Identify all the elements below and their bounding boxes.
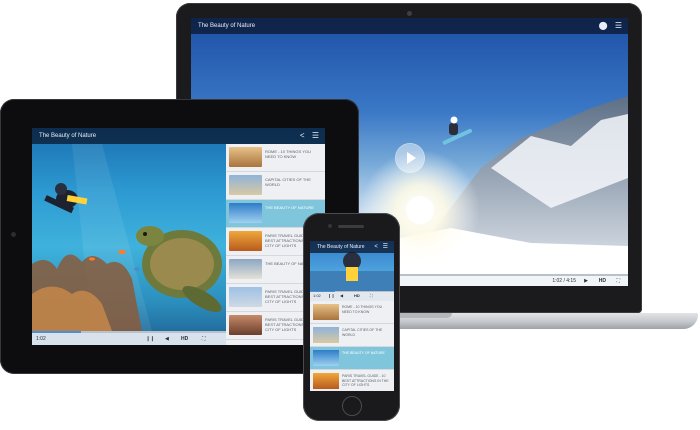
phone-video-player[interactable]: The Beauty of Nature < ☰ 1:02 ❙❙ ◀ HD ⛶ …	[310, 241, 394, 391]
playlist-item[interactable]: CAPITAL CITIES OF THE WORLD	[310, 324, 394, 347]
laptop-title-bar: The Beauty of Nature ⬤ ☰	[191, 18, 628, 34]
thumbnail	[229, 231, 262, 251]
thumbnail	[313, 327, 339, 343]
phone-control-bar: 1:02 ❙❙ ◀ HD ⛶	[310, 291, 394, 301]
share-icon[interactable]: <	[374, 244, 378, 250]
playlist-icon[interactable]: ☰	[383, 244, 388, 250]
share-icon[interactable]: <	[300, 131, 305, 140]
hd-button[interactable]: HD	[599, 275, 606, 286]
laptop-camera	[407, 11, 412, 16]
thumbnail	[229, 315, 262, 335]
time-display: 1:02 / 4:15	[552, 278, 576, 284]
fullscreen-icon[interactable]: ⛶	[202, 332, 206, 345]
volume-icon[interactable]: ▶	[584, 275, 588, 286]
phone-home-button[interactable]	[342, 396, 362, 416]
tablet-video-frame	[32, 144, 222, 331]
video-title: The Beauty of Nature	[198, 23, 256, 29]
playlist-icon[interactable]: ☰	[312, 131, 319, 140]
volume-icon[interactable]: ◀	[340, 291, 343, 301]
fullscreen-icon[interactable]: ⛶	[370, 291, 373, 301]
pause-button[interactable]: ❙❙	[328, 291, 335, 301]
video-title: The Beauty of Nature	[317, 244, 365, 250]
hd-button[interactable]: HD	[181, 332, 188, 345]
playlist-item[interactable]: ROME - 10 THINGS YOU NEED TO KNOW	[226, 144, 325, 172]
progress-track[interactable]	[32, 331, 226, 333]
playlist-item-label: THE BEAUTY OF NATURE	[265, 205, 314, 210]
tablet-control-bar: 1:02 ❙❙ ◀ HD ⛶	[32, 331, 226, 345]
pause-button[interactable]: ❙❙	[146, 332, 154, 345]
playlist-item[interactable]: ROME - 10 THINGS YOU NEED TO KNOW	[310, 301, 394, 324]
playlist-icon[interactable]: ☰	[615, 21, 622, 30]
playlist-item[interactable]: PARIS TRAVEL GUIDE - 10 BEST ATTRACTIONS…	[310, 370, 394, 391]
fullscreen-icon[interactable]: ⛶	[616, 275, 620, 286]
time-display: 1:02	[36, 336, 46, 342]
phone-title-bar: The Beauty of Nature < ☰	[310, 241, 394, 253]
tablet-camera	[11, 232, 16, 237]
playlist-item[interactable]: THE BEAUTY OF NATURE	[310, 347, 394, 370]
playlist-item-label: CAPITAL CITIES OF THE WORLD	[265, 177, 311, 187]
playlist-item[interactable]: CAPITAL CITIES OF THE WORLD	[226, 172, 325, 200]
playlist-item-label: CAPITAL CITIES OF THE WORLD	[342, 328, 383, 337]
phone-playlist: ROME - 10 THINGS YOU NEED TO KNOW CAPITAL…	[310, 301, 394, 391]
time-display: 1:02	[313, 293, 321, 298]
thumbnail	[229, 147, 262, 167]
hd-button[interactable]: HD	[354, 291, 360, 301]
thumbnail	[229, 259, 262, 279]
progress-track[interactable]	[310, 291, 394, 292]
thumbnail	[229, 287, 262, 307]
volume-icon[interactable]: ◀	[165, 332, 169, 345]
phone-camera	[328, 224, 332, 228]
thumbnail	[313, 373, 339, 389]
thumbnail	[229, 203, 262, 223]
phone-speaker	[338, 225, 364, 228]
thumbnail	[229, 175, 262, 195]
play-button[interactable]	[396, 144, 424, 172]
tablet-video-player[interactable]: The Beauty of Nature < ☰ ROME - 10 THING…	[32, 128, 325, 345]
thumbnail	[313, 304, 339, 320]
tablet-title-bar: The Beauty of Nature < ☰	[32, 128, 325, 144]
video-title: The Beauty of Nature	[39, 133, 97, 139]
thumbnail	[313, 350, 339, 366]
playlist-item-label: ROME - 10 THINGS YOU NEED TO KNOW	[265, 149, 311, 159]
share-icon[interactable]: ⬤	[599, 21, 608, 30]
playlist-item-label: ROME - 10 THINGS YOU NEED TO KNOW	[342, 305, 383, 314]
playlist-item-label: THE BEAUTY OF NATURE	[342, 351, 385, 355]
playlist-item-label: PARIS TRAVEL GUIDE - 10 BEST ATTRACTIONS…	[342, 374, 389, 387]
